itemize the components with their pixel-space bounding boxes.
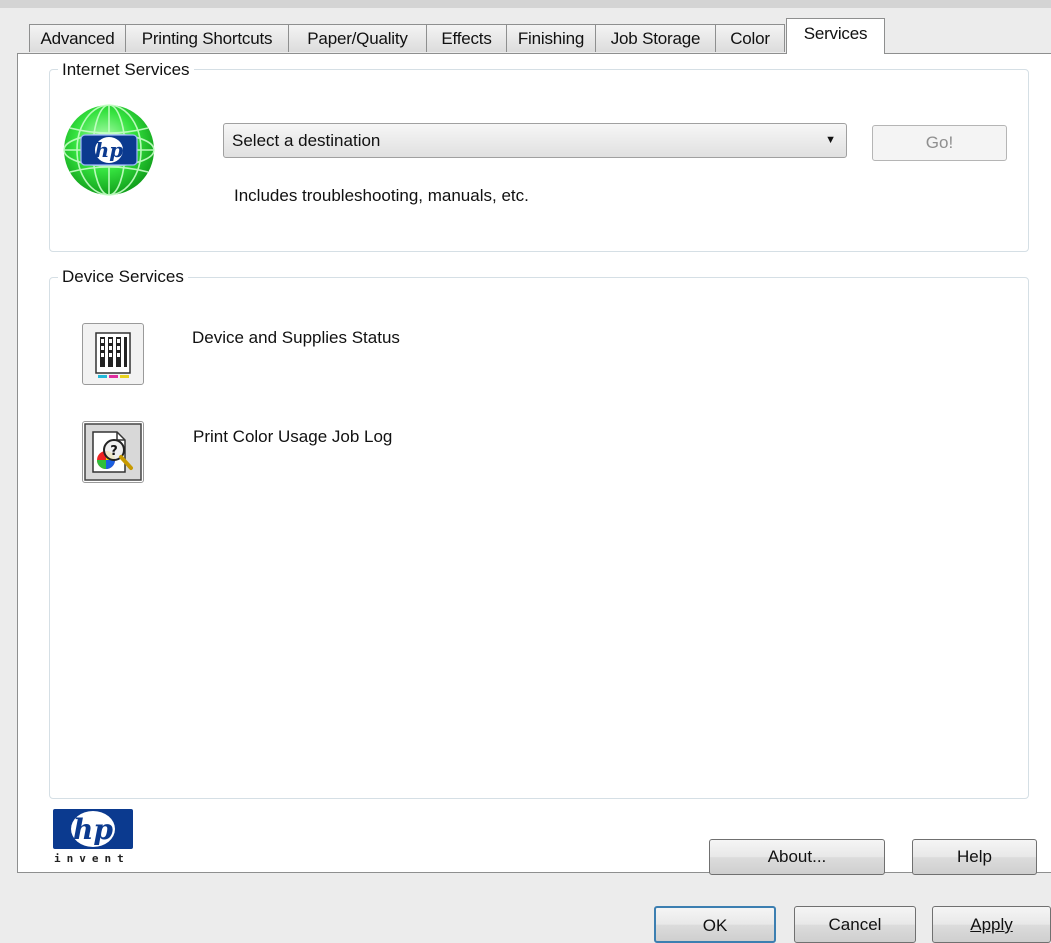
destination-select-value: Select a destination [232,131,381,150]
tab-finishing[interactable]: Finishing [506,24,596,52]
go-button[interactable]: Go! [872,125,1007,161]
tab-paper-quality[interactable]: Paper/Quality [288,24,427,52]
internet-services-title: Internet Services [58,60,194,80]
cancel-button[interactable]: Cancel [794,906,916,943]
hp-invent-logo: hp invent [52,808,134,872]
about-button[interactable]: About... [709,839,885,875]
device-services-title: Device Services [58,267,188,287]
color-usage-log-icon: ? [84,423,142,481]
supplies-status-button[interactable] [82,323,144,385]
internet-services-description: Includes troubleshooting, manuals, etc. [234,186,529,205]
ok-button[interactable]: OK [654,906,776,943]
svg-text:hp: hp [73,813,113,846]
color-usage-log-button[interactable]: ? [82,421,144,483]
services-tab-panel: Internet Services hp Select a destinatio… [17,53,1051,875]
destination-select[interactable]: Select a destination ▼ [223,123,847,158]
help-button[interactable]: Help [912,839,1037,875]
supplies-status-icon [95,332,131,378]
device-services-group [49,277,1029,799]
svg-text:hp: hp [95,138,124,162]
dropdown-arrow-icon[interactable]: ▼ [825,124,836,157]
window-top-strip [0,0,1051,8]
tab-effects[interactable]: Effects [426,24,507,52]
tab-advanced[interactable]: Advanced [29,24,126,52]
hp-globe-icon: hp [62,103,156,197]
color-usage-log-label[interactable]: Print Color Usage Job Log [193,427,392,447]
svg-text:?: ? [110,444,118,459]
hp-tagline: invent [54,852,130,865]
supplies-status-label[interactable]: Device and Supplies Status [192,328,400,348]
apply-button[interactable]: Apply [932,906,1051,943]
tab-services[interactable]: Services [786,18,885,54]
tab-job-storage[interactable]: Job Storage [595,24,716,52]
tab-color[interactable]: Color [715,24,785,52]
tab-printing-shortcuts[interactable]: Printing Shortcuts [125,24,289,52]
